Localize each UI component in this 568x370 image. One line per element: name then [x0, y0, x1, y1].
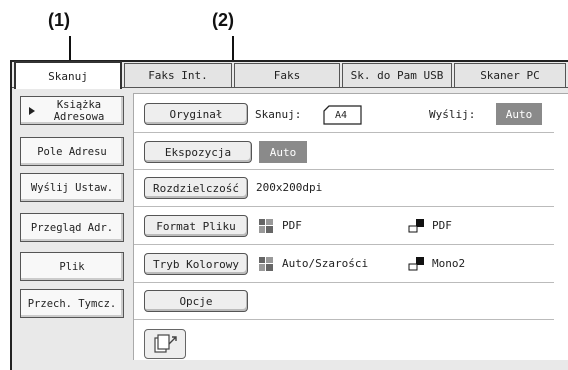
- preview-icon: [154, 334, 177, 353]
- color-mode-button[interactable]: Tryb Kolorowy: [144, 253, 248, 275]
- sidebar-address-book[interactable]: Książka Adresowa: [20, 96, 124, 125]
- send-value[interactable]: Auto: [496, 103, 542, 125]
- row-separator: [134, 319, 554, 320]
- color-mode-color-value: Auto/Szarości: [282, 257, 369, 270]
- paper-size: A4: [335, 110, 348, 121]
- row-separator: [134, 244, 554, 245]
- exposure-button[interactable]: Ekspozycja: [144, 141, 252, 163]
- original-button[interactable]: Oryginał: [144, 103, 248, 125]
- color-mode-mono-value: Mono2: [432, 257, 466, 270]
- row-separator: [134, 169, 554, 170]
- color-grid-icon: [259, 257, 273, 271]
- row-separator: [134, 206, 554, 207]
- sidebar-file[interactable]: Plik: [20, 252, 124, 281]
- preview-button[interactable]: [144, 329, 186, 359]
- mono-squares-icon: [408, 257, 424, 271]
- resolution-button[interactable]: Rozdzielczość: [144, 177, 248, 199]
- sidebar-address-field[interactable]: Pole Adresu: [20, 137, 124, 166]
- tab-faks[interactable]: Faks: [234, 63, 340, 87]
- send-label: Wyślij:: [429, 108, 476, 121]
- color-grid-icon: [259, 219, 273, 233]
- row-separator: [134, 132, 554, 133]
- format-mono-value: PDF: [432, 219, 452, 232]
- options-button[interactable]: Opcje: [144, 290, 248, 312]
- sidebar-quick-file[interactable]: Przech. Tymcz.: [20, 289, 124, 318]
- tab-skaner-pc[interactable]: Skaner PC: [454, 63, 566, 87]
- callout-2: (2): [212, 10, 234, 30]
- resolution-value: 200x200dpi: [256, 181, 323, 194]
- callout-1: (1): [48, 10, 70, 30]
- triangle-right-icon: [29, 107, 35, 115]
- sidebar-send-settings[interactable]: Wyślij Ustaw.: [20, 173, 124, 202]
- row-separator: [134, 282, 554, 283]
- file-format-button[interactable]: Format Pliku: [144, 215, 248, 237]
- sidebar-address-review[interactable]: Przegląd Adr.: [20, 213, 124, 242]
- exposure-value: Auto: [259, 141, 307, 163]
- tab-faks-int[interactable]: Faks Int.: [124, 63, 232, 87]
- mono-squares-icon: [408, 219, 424, 233]
- tab-skanuj[interactable]: Skanuj: [14, 61, 122, 89]
- format-color-value: PDF: [282, 219, 302, 232]
- tab-usb[interactable]: Sk. do Pam USB: [342, 63, 452, 87]
- scan-label: Skanuj:: [255, 108, 302, 121]
- sidebar-address-book-label: Książka Adresowa: [53, 98, 105, 123]
